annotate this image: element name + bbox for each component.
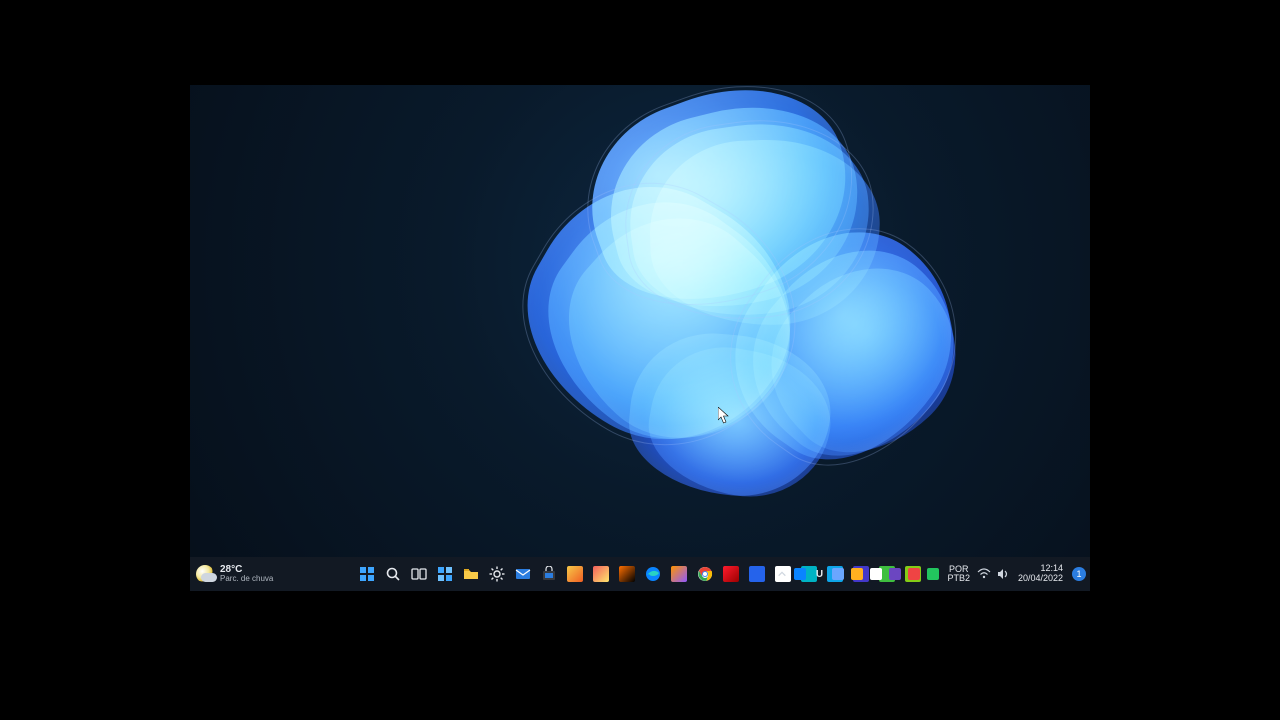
tray-net[interactable] <box>868 566 884 582</box>
language-indicator[interactable]: POR PTB2 <box>944 565 973 584</box>
taskbar: 28°C Parc. de chuva U POR PTB2 12:14 <box>190 557 1090 591</box>
opera-browser[interactable] <box>720 563 742 585</box>
start-button[interactable] <box>356 563 378 585</box>
tray-app3[interactable] <box>925 566 941 582</box>
photos-app[interactable] <box>590 563 612 585</box>
store-app[interactable] <box>538 563 560 585</box>
edge-browser[interactable] <box>642 563 664 585</box>
wifi-icon[interactable] <box>976 566 992 582</box>
tray-u[interactable]: U <box>811 566 827 582</box>
tray-app2[interactable] <box>906 566 922 582</box>
task-view-button[interactable] <box>408 563 430 585</box>
language-bottom: PTB2 <box>947 574 970 583</box>
clock[interactable]: 12:14 20/04/2022 <box>1014 564 1067 584</box>
clock-date: 20/04/2022 <box>1018 574 1063 584</box>
media-app[interactable] <box>616 563 638 585</box>
weather-icon <box>196 565 214 583</box>
firefox-browser[interactable] <box>668 563 690 585</box>
volume-icon[interactable] <box>995 566 1011 582</box>
widgets-button[interactable] <box>434 563 456 585</box>
weather-widget[interactable]: 28°C Parc. de chuva <box>196 557 273 591</box>
tray-onedrive[interactable] <box>792 566 808 582</box>
search-button[interactable] <box>382 563 404 585</box>
app-blue[interactable] <box>746 563 768 585</box>
settings-app[interactable] <box>486 563 508 585</box>
mouse-cursor-icon <box>718 407 730 425</box>
notifications-button[interactable]: 1 <box>1072 567 1086 581</box>
mail-app[interactable] <box>512 563 534 585</box>
chrome-browser[interactable] <box>694 563 716 585</box>
notification-badge: 1 <box>1076 569 1081 579</box>
wallpaper-bloom <box>470 85 990 515</box>
system-tray: U POR PTB2 12:14 20/04/2022 1 <box>775 557 1086 591</box>
tray-security[interactable] <box>830 566 846 582</box>
file-explorer-app[interactable] <box>460 563 482 585</box>
weather-condition: Parc. de chuva <box>220 575 273 583</box>
desktop[interactable]: 28°C Parc. de chuva U POR PTB2 12:14 <box>190 85 1090 591</box>
tray-bt[interactable] <box>849 566 865 582</box>
tray-overflow-button[interactable] <box>775 567 789 581</box>
tray-app1[interactable] <box>887 566 903 582</box>
music-app[interactable] <box>564 563 586 585</box>
